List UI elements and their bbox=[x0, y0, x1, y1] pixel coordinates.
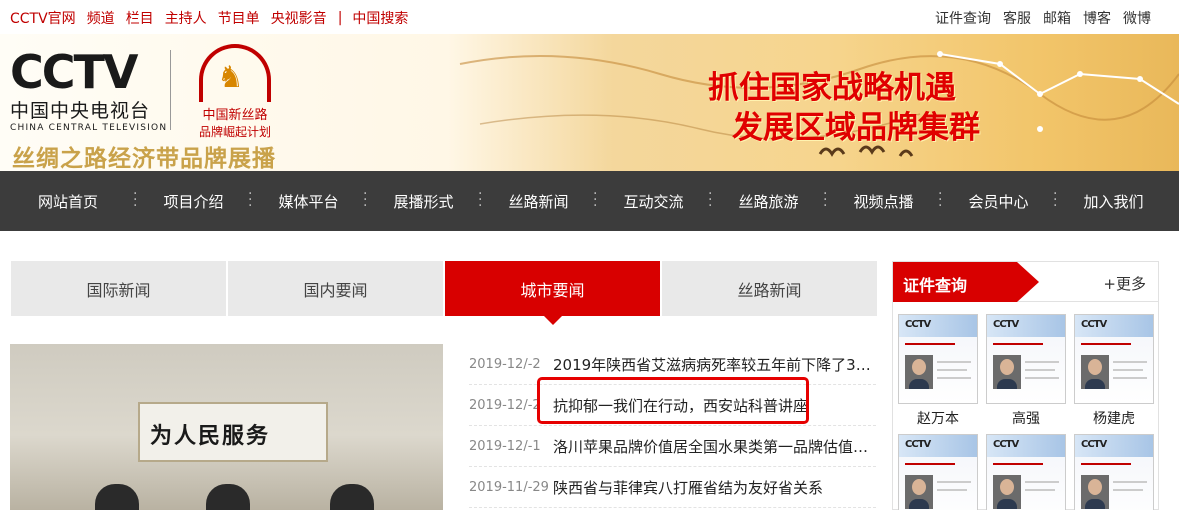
silk-road-title: 丝绸之路经济带品牌展播 bbox=[12, 146, 276, 171]
link-blog[interactable]: 博客 bbox=[1083, 8, 1111, 28]
news-tabs: 国际新闻 国内要闻 城市要闻 丝路新闻 bbox=[11, 261, 877, 325]
nav-project-intro[interactable]: 项目介绍 bbox=[136, 191, 251, 212]
camel-emblem-icon: ♞ bbox=[199, 44, 271, 102]
link-schedule[interactable]: 节目单 bbox=[218, 8, 260, 28]
panel-header: 证件查询 +更多 bbox=[893, 262, 1158, 302]
tab-domestic-news[interactable]: 国内要闻 bbox=[228, 261, 443, 316]
certificate-card[interactable]: CCTV bbox=[986, 434, 1066, 510]
cctv-logo[interactable]: CCTV 中国中央电视台 CHINA CENTRAL TELEVISION bbox=[10, 45, 168, 133]
certificate-card[interactable]: CCTV 杨建虎 bbox=[1074, 314, 1154, 428]
cctv-wordmark: CCTV bbox=[10, 45, 139, 99]
calligraphy-board: 为人民服务 bbox=[138, 402, 328, 462]
link-certificate[interactable]: 证件查询 bbox=[935, 8, 991, 28]
certificate-image: CCTV bbox=[898, 314, 978, 404]
link-service[interactable]: 客服 bbox=[1003, 8, 1031, 28]
nav-member-center[interactable]: 会员中心 bbox=[941, 191, 1056, 212]
news-title[interactable]: 陕西省与菲律宾八打雁省结为友好省关系 bbox=[553, 477, 823, 498]
plan-line-1: 中国新丝路 bbox=[202, 108, 268, 123]
cctv-english-name: CHINA CENTRAL TELEVISION bbox=[10, 123, 168, 133]
silk-road-plan-logo: ♞ 中国新丝路 品牌崛起计划 bbox=[190, 44, 280, 140]
news-photo[interactable]: 为人民服务 bbox=[10, 344, 443, 510]
link-channels[interactable]: 频道 bbox=[87, 8, 115, 28]
cctv-chinese-name: 中国中央电视台 bbox=[10, 100, 151, 122]
more-link[interactable]: +更多 bbox=[1103, 273, 1146, 294]
nav-join-us[interactable]: 加入我们 bbox=[1056, 191, 1171, 212]
news-date: 2019-12/-2 bbox=[469, 356, 541, 372]
link-weibo[interactable]: 微博 bbox=[1123, 8, 1151, 28]
certificate-card[interactable]: CCTV bbox=[898, 434, 978, 510]
link-programs[interactable]: 栏目 bbox=[126, 8, 154, 28]
link-china-search[interactable]: 中国搜索 bbox=[352, 8, 408, 28]
certificate-card[interactable]: CCTV 赵万本 bbox=[898, 314, 978, 428]
nav-interaction[interactable]: 互动交流 bbox=[596, 191, 711, 212]
certificate-image: CCTV bbox=[1074, 434, 1154, 510]
logo-divider bbox=[170, 50, 171, 130]
top-separator: | bbox=[337, 10, 343, 26]
top-links-left: CCTV官网 频道 栏目 主持人 节目单 央视影音 | 中国搜索 bbox=[10, 8, 419, 28]
tab-silk-road-news[interactable]: 丝路新闻 bbox=[662, 261, 877, 316]
nav-silk-news[interactable]: 丝路新闻 bbox=[481, 191, 596, 212]
certificate-image: CCTV bbox=[986, 434, 1066, 510]
highlight-annotation-box bbox=[537, 377, 809, 424]
nav-silk-travel[interactable]: 丝路旅游 bbox=[711, 191, 826, 212]
link-hosts[interactable]: 主持人 bbox=[165, 8, 207, 28]
certificate-card[interactable]: CCTV 高强 bbox=[986, 314, 1066, 428]
nav-home[interactable]: 网站首页 bbox=[0, 191, 136, 212]
news-list: 2019-12/-2 2019年陕西省艾滋病病死率较五年前下降了36.6 201… bbox=[469, 344, 876, 508]
certificate-query-panel: 证件查询 +更多 CCTV 赵万本 CCTV 高强 CCTV 杨建虎 CCTV … bbox=[892, 261, 1159, 510]
slogan-line-1: 抓住国家战略机遇 bbox=[708, 70, 956, 106]
list-item[interactable]: 2019-12/-1 洛川苹果品牌价值居全国水果类第一品牌估值超50... bbox=[469, 426, 876, 467]
news-date: 2019-12/-1 bbox=[469, 438, 541, 454]
certificate-name: 高强 bbox=[1012, 411, 1040, 427]
slogan-line-2: 发展区域品牌集群 bbox=[732, 110, 980, 146]
news-title[interactable]: 洛川苹果品牌价值居全国水果类第一品牌估值超50... bbox=[553, 436, 876, 457]
calligraphy-text: 为人民服务 bbox=[150, 423, 271, 449]
certificate-name: 杨建虎 bbox=[1093, 411, 1135, 427]
link-cctv[interactable]: CCTV官网 bbox=[10, 8, 76, 28]
main-nav: 网站首页 · · · 项目介绍 · · · 媒体平台 · · · 展播形式 · · · 丝路新闻… bbox=[0, 171, 1179, 231]
nav-media-platform[interactable]: 媒体平台 bbox=[251, 191, 366, 212]
certificate-card[interactable]: CCTV bbox=[1074, 434, 1154, 510]
nav-video-on-demand[interactable]: 视频点播 bbox=[826, 191, 941, 212]
list-item[interactable]: 2019-11/-29 陕西省与菲律宾八打雁省结为友好省关系 bbox=[469, 467, 876, 508]
certificate-name: 赵万本 bbox=[917, 411, 959, 427]
link-mail[interactable]: 邮箱 bbox=[1043, 8, 1071, 28]
header-banner: CCTV 中国中央电视台 CHINA CENTRAL TELEVISION ♞ … bbox=[0, 34, 1179, 171]
news-date: 2019-11/-29 bbox=[469, 479, 549, 495]
certificate-image: CCTV bbox=[898, 434, 978, 510]
link-cctv-video[interactable]: 央视影音 bbox=[271, 8, 327, 28]
top-links-right: 证件查询 客服 邮箱 博客 微博 bbox=[923, 8, 1151, 28]
certificate-image: CCTV bbox=[1074, 314, 1154, 404]
tab-city-news[interactable]: 城市要闻 bbox=[445, 261, 660, 325]
top-bar: CCTV官网 频道 栏目 主持人 节目单 央视影音 | 中国搜索 证件查询 客服… bbox=[0, 0, 1179, 34]
nav-broadcast-form[interactable]: 展播形式 bbox=[366, 191, 481, 212]
tab-international-news[interactable]: 国际新闻 bbox=[11, 261, 226, 316]
news-title[interactable]: 2019年陕西省艾滋病病死率较五年前下降了36.6 bbox=[553, 354, 876, 375]
panel-title: 证件查询 bbox=[893, 262, 1039, 302]
banner-slogan: 抓住国家战略机遇 发展区域品牌集群 bbox=[708, 68, 980, 148]
certificate-image: CCTV bbox=[986, 314, 1066, 404]
plan-line-2: 品牌崛起计划 bbox=[198, 125, 271, 139]
